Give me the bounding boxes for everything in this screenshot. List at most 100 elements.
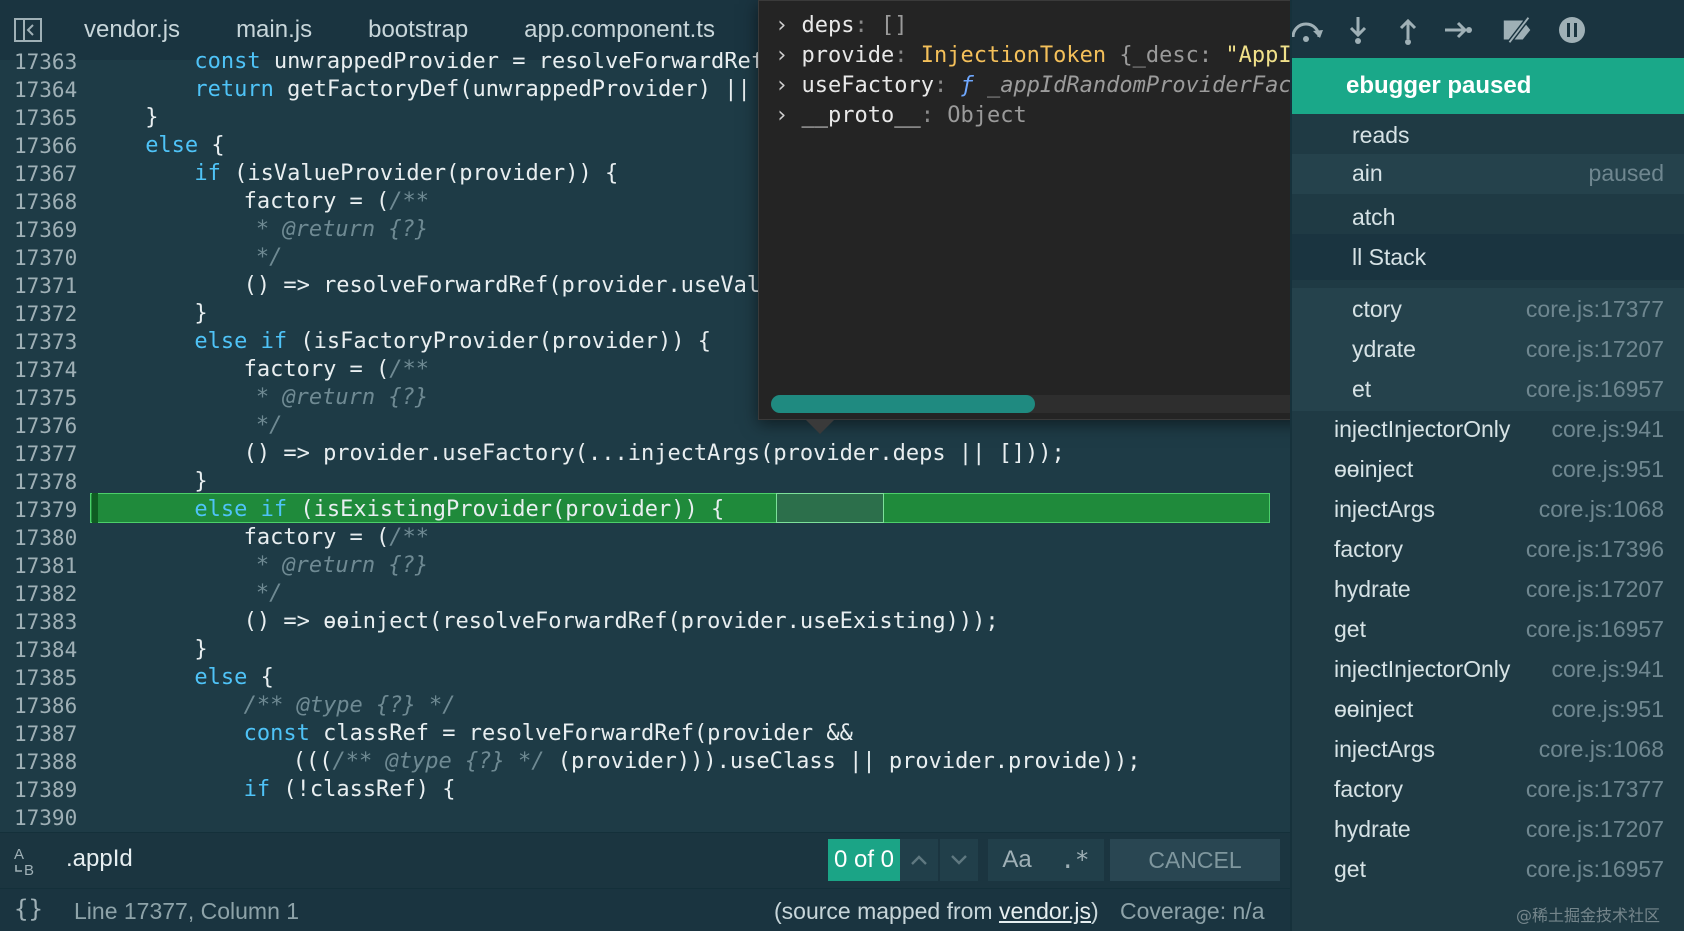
code-token: */	[255, 581, 283, 606]
line-number[interactable]: 17365	[14, 104, 84, 132]
line-number[interactable]: 17364	[14, 76, 84, 104]
line-number[interactable]: 17372	[14, 300, 84, 328]
line-number[interactable]: 17388	[14, 748, 84, 776]
thread-main[interactable]: ain paused	[1292, 154, 1684, 194]
code-token: * @return {?}	[255, 385, 429, 410]
call-stack-frame[interactable]: et core.js:16957	[1292, 368, 1684, 411]
code-line[interactable]: 17387 const classRef = resolveForwardRef(…	[0, 720, 1290, 748]
expand-arrow-icon[interactable]: ›	[775, 73, 802, 98]
line-number[interactable]: 17368	[14, 188, 84, 216]
call-stack-frame[interactable]: factory core.js:17377	[1292, 768, 1684, 811]
code-line[interactable]: 17389 if (!classRef) {	[0, 776, 1290, 804]
call-stack-frame[interactable]: get core.js:16957	[1292, 848, 1684, 891]
line-number[interactable]: 17376	[14, 412, 84, 440]
line-number[interactable]: 17373	[14, 328, 84, 356]
source-map-link[interactable]: vendor.js	[999, 898, 1091, 924]
code-token: else	[194, 665, 261, 690]
line-number[interactable]: 17389	[14, 776, 84, 804]
line-number[interactable]: 17390	[14, 804, 84, 828]
popover-property-row[interactable]: › __proto__: Object	[775, 101, 1027, 131]
call-stack-frame[interactable]: ɵɵinject core.js:951	[1292, 688, 1684, 731]
line-number[interactable]: 17363	[14, 52, 84, 76]
line-number[interactable]: 17371	[14, 272, 84, 300]
code-line[interactable]: 17390	[0, 804, 1290, 828]
tab-main-js[interactable]: main.js	[208, 0, 340, 60]
line-number[interactable]: 17378	[14, 468, 84, 496]
next-match-button[interactable]	[940, 839, 978, 881]
step-into-icon[interactable]	[1340, 14, 1376, 46]
line-number[interactable]: 17366	[14, 132, 84, 160]
tab-bootstrap[interactable]: bootstrap	[340, 0, 496, 60]
code-line[interactable]: 17382 */	[0, 580, 1290, 608]
tab-vendor-js[interactable]: vendor.js	[56, 0, 208, 60]
code-text: return getFactoryDef(unwrappedProvider) …	[194, 76, 750, 104]
line-number[interactable]: 17370	[14, 244, 84, 272]
code-text: * @return {?}	[256, 216, 428, 244]
line-number[interactable]: 17369	[14, 216, 84, 244]
call-stack-frame[interactable]: hydrate core.js:17207	[1292, 568, 1684, 611]
line-number[interactable]: 17377	[14, 440, 84, 468]
property-value: Object	[947, 103, 1027, 128]
match-case-toggle[interactable]: Aa	[988, 839, 1046, 881]
expand-arrow-icon[interactable]: ›	[775, 103, 802, 128]
code-line[interactable]: 17377 () => provider.useFactory(...inject…	[0, 440, 1290, 468]
search-case-icon[interactable]: AB	[12, 843, 52, 879]
code-line[interactable]: 17379 else if (isExistingProvider(provide…	[0, 496, 1290, 524]
code-text: if (!classRef) {	[244, 776, 456, 804]
expand-arrow-icon[interactable]: ›	[775, 13, 802, 38]
step-icon[interactable]	[1440, 14, 1476, 46]
step-out-icon[interactable]	[1390, 14, 1426, 46]
call-stack-frame[interactable]: injectInjectorOnly core.js:941	[1292, 408, 1684, 451]
line-number[interactable]: 17367	[14, 160, 84, 188]
popover-scroll-thumb[interactable]	[771, 395, 1035, 413]
line-number[interactable]: 17383	[14, 608, 84, 636]
call-stack-frame[interactable]: ɵɵinject core.js:951	[1292, 448, 1684, 491]
line-number[interactable]: 17374	[14, 356, 84, 384]
call-stack-frame[interactable]: factory core.js:17396	[1292, 528, 1684, 571]
code-line[interactable]: 17385 else {	[0, 664, 1290, 692]
toggle-sidebar-icon[interactable]	[0, 0, 56, 60]
call-stack-frame[interactable]: injectArgs core.js:1068	[1292, 728, 1684, 771]
code-line[interactable]: 17384}	[0, 636, 1290, 664]
line-number[interactable]: 17382	[14, 580, 84, 608]
popover-property-row[interactable]: › deps: []	[775, 11, 907, 41]
call-stack-frame[interactable]: ctory core.js:17377	[1292, 288, 1684, 331]
line-number[interactable]: 17385	[14, 664, 84, 692]
line-number[interactable]: 17387	[14, 720, 84, 748]
pretty-print-icon[interactable]: {}	[14, 895, 43, 923]
pause-on-exceptions-icon[interactable]	[1554, 14, 1590, 46]
debugger-toolbar	[1292, 0, 1684, 58]
popover-property-row[interactable]: › provide: InjectionToken {_desc: "AppId…	[775, 41, 1349, 71]
cancel-search-button[interactable]: CANCEL	[1110, 839, 1280, 881]
popover-property-row[interactable]: › useFactory: ƒ _appIdRandomProviderFact…	[775, 71, 1349, 101]
expand-arrow-icon[interactable]: ›	[775, 43, 802, 68]
line-number[interactable]: 17379	[14, 496, 84, 524]
code-line[interactable]: 17383 () => ɵɵinject(resolveForwardRef(pr…	[0, 608, 1290, 636]
code-line[interactable]: 17380 factory = (/**	[0, 524, 1290, 552]
property-colon: :	[933, 73, 961, 98]
code-text: else {	[145, 132, 224, 160]
line-number[interactable]: 17375	[14, 384, 84, 412]
code-line[interactable]: 17386 /** @type {?} */	[0, 692, 1290, 720]
line-number[interactable]: 17381	[14, 552, 84, 580]
call-stack-frame[interactable]: injectInjectorOnly core.js:941	[1292, 648, 1684, 691]
call-stack-section-header[interactable]: ll Stack	[1292, 234, 1684, 280]
call-stack-frame[interactable]: hydrate core.js:17207	[1292, 808, 1684, 851]
tab-app-component-ts[interactable]: app.component.ts	[496, 0, 743, 60]
step-over-icon[interactable]	[1292, 14, 1324, 46]
line-number[interactable]: 17380	[14, 524, 84, 552]
call-stack-frame[interactable]: ydrate core.js:17207	[1292, 328, 1684, 371]
line-number[interactable]: 17384	[14, 636, 84, 664]
deactivate-breakpoints-icon[interactable]	[1500, 14, 1536, 46]
call-stack-frame[interactable]: injectArgs core.js:1068	[1292, 488, 1684, 531]
regex-toggle[interactable]: .*	[1046, 839, 1104, 881]
frame-location: core.js:1068	[1538, 736, 1664, 762]
code-line[interactable]: 17381 * @return {?}	[0, 552, 1290, 580]
previous-match-button[interactable]	[900, 839, 938, 881]
line-number[interactable]: 17386	[14, 692, 84, 720]
code-line[interactable]: 17378}	[0, 468, 1290, 496]
call-stack-frame[interactable]: get core.js:16957	[1292, 608, 1684, 651]
code-line[interactable]: 17388 (((/** @type {?} */ (provider))).us…	[0, 748, 1290, 776]
search-input[interactable]	[66, 845, 766, 873]
code-text: (((/** @type {?} */ (provider))).useClas…	[293, 748, 1141, 776]
